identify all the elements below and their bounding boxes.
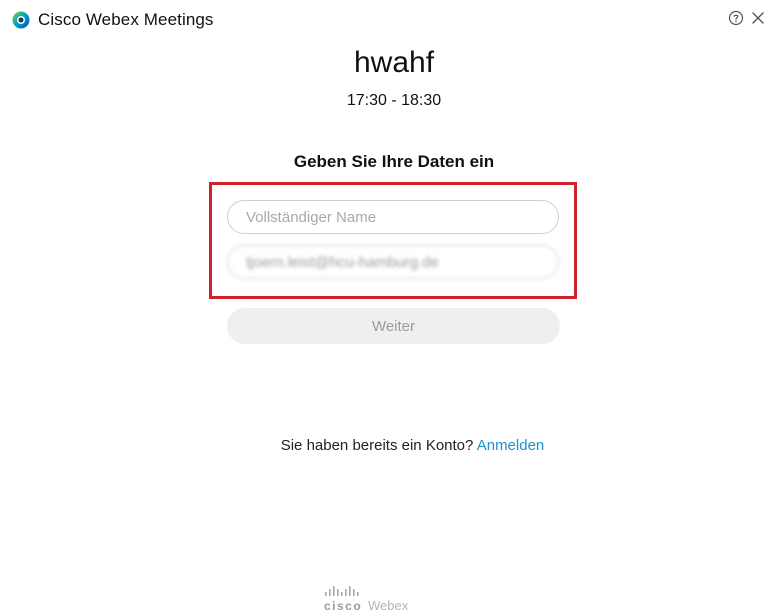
webex-logo-icon	[12, 11, 30, 29]
cisco-bars-icon	[325, 586, 359, 596]
cisco-webex-footer-logo: cisco Webex	[324, 586, 444, 616]
close-icon[interactable]	[751, 10, 765, 26]
app-title: Cisco Webex Meetings	[38, 10, 214, 29]
continue-button[interactable]: Weiter	[227, 308, 560, 344]
help-circle-icon[interactable]	[728, 10, 744, 26]
cisco-wordmark: cisco	[324, 599, 363, 613]
account-prompt-line: Sie haben bereits ein Konto? Anmelden	[0, 437, 771, 454]
account-prompt-text: Sie haben bereits ein Konto?	[280, 437, 474, 454]
email-input[interactable]	[227, 245, 559, 279]
meeting-time: 17:30 - 18:30	[346, 92, 442, 109]
webex-wordmark: Webex	[368, 598, 409, 613]
meeting-title: hwahf	[353, 46, 435, 79]
sign-in-link[interactable]: Anmelden	[477, 437, 545, 454]
form-heading: Geben Sie Ihre Daten ein	[293, 152, 495, 171]
full-name-input[interactable]	[227, 200, 559, 234]
title-bar: Cisco Webex Meetings	[0, 0, 771, 40]
webex-join-window: Cisco Webex Meetings hwahf 17:30 - 18:30…	[0, 0, 771, 616]
